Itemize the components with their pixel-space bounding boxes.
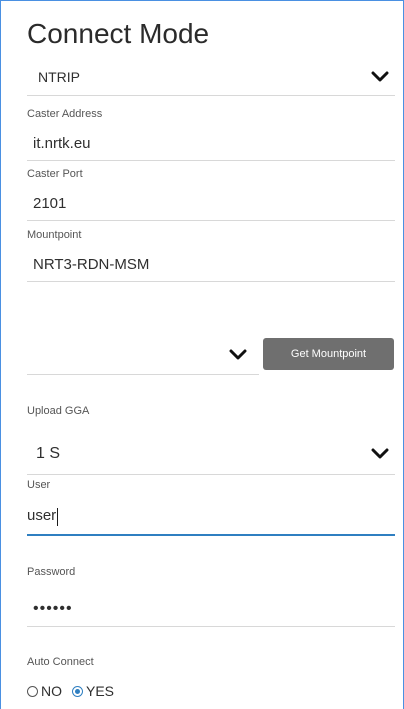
upload-gga-label: Upload GGA xyxy=(27,405,90,417)
upload-gga-value: 1 S xyxy=(36,444,61,462)
auto-connect-yes-radio[interactable]: YES xyxy=(72,683,114,699)
caster-port-value: 2101 xyxy=(33,195,67,212)
get-mountpoint-button[interactable]: Get Mountpoint xyxy=(263,338,394,370)
connect-mode-value: NTRIP xyxy=(38,68,80,85)
caster-address-input[interactable]: it.nrtk.eu xyxy=(27,127,395,161)
mountpoint-label: Mountpoint xyxy=(27,229,82,241)
caster-port-input[interactable]: 2101 xyxy=(27,187,395,221)
auto-connect-label: Auto Connect xyxy=(27,656,94,668)
page-title: Connect Mode xyxy=(27,18,210,49)
connect-mode-select[interactable]: NTRIP xyxy=(27,58,395,96)
password-value: •••••• xyxy=(33,599,73,617)
radio-icon xyxy=(72,685,83,697)
chevron-down-icon xyxy=(229,349,247,359)
user-value: user xyxy=(27,507,59,526)
auto-connect-no-radio[interactable]: NO xyxy=(27,683,62,699)
password-input[interactable]: •••••• xyxy=(27,591,395,627)
user-input[interactable]: user xyxy=(27,499,395,536)
caster-address-label: Caster Address xyxy=(27,108,103,120)
password-label: Password xyxy=(27,566,76,578)
radio-icon xyxy=(27,685,38,697)
mountpoint-select[interactable] xyxy=(27,335,259,375)
auto-connect-no-label: NO xyxy=(41,683,62,699)
mountpoint-input[interactable]: NRT3-RDN-MSM xyxy=(27,248,395,282)
user-label: User xyxy=(27,479,51,491)
upload-gga-select[interactable]: 1 S xyxy=(27,433,395,475)
auto-connect-radio-group: NO YES xyxy=(27,683,124,699)
chevron-down-icon xyxy=(371,448,389,458)
mountpoint-value: NRT3-RDN-MSM xyxy=(33,256,150,273)
text-caret xyxy=(57,507,59,526)
caster-address-value: it.nrtk.eu xyxy=(33,135,91,152)
caster-port-label: Caster Port xyxy=(27,168,83,180)
chevron-down-icon xyxy=(371,71,389,81)
auto-connect-yes-label: YES xyxy=(86,683,115,699)
connect-mode-panel: Connect Mode NTRIP Caster Address it.nrt… xyxy=(0,0,404,709)
